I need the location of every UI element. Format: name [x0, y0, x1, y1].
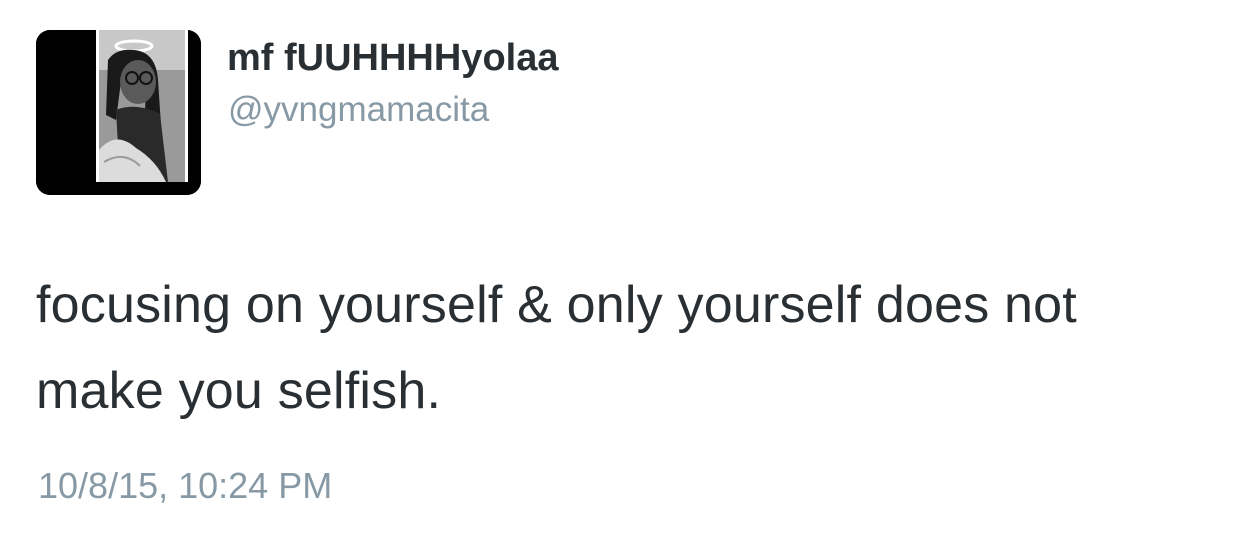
- tweet-text: focusing on yourself & only yourself doe…: [36, 276, 1077, 420]
- tweet-timestamp[interactable]: 10/8/15, 10:24 PM: [38, 461, 332, 511]
- display-name[interactable]: mf fUUHHHHyolaa: [227, 32, 558, 84]
- profile-photo-icon: [36, 30, 201, 195]
- tweet-card: mf fUUHHHHyolaa @yvngmamacita focusing o…: [0, 0, 1242, 546]
- user-handle[interactable]: @yvngmamacita: [228, 86, 489, 134]
- avatar[interactable]: [36, 30, 201, 195]
